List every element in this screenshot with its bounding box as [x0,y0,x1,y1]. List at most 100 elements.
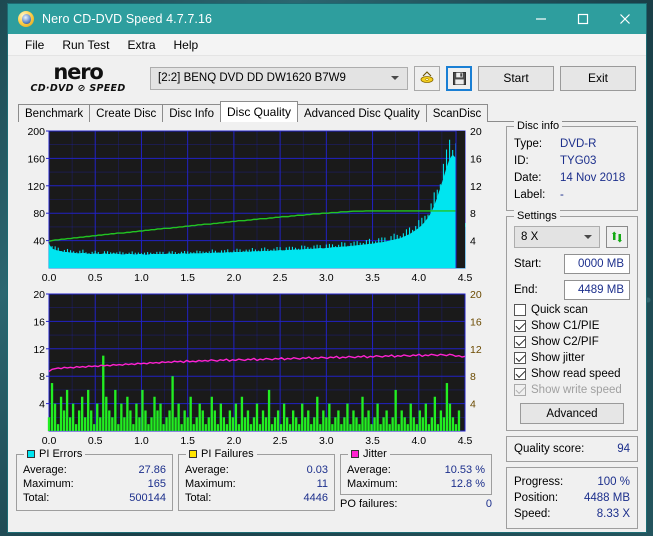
svg-text:4.0: 4.0 [411,272,426,284]
drive-select[interactable]: [2:2] BENQ DVD DD DW1620 B7W9 [150,66,408,90]
show-c2-pif-checkbox[interactable] [514,336,526,348]
jitter-maximum-row: Maximum: 12.8 % [347,477,485,491]
start-input[interactable]: 0000 MB [564,254,630,274]
tab-disc-info[interactable]: Disc Info [162,104,221,122]
end-field-row: End: 4489 MB [514,280,630,300]
pi-errors-total-row: Total: 500144 [23,491,166,505]
svg-text:1.5: 1.5 [180,272,195,284]
speed-select[interactable]: 8 X [514,226,600,248]
svg-text:8: 8 [470,371,476,383]
po-failures-label: PO failures: [340,498,398,510]
close-button[interactable] [604,4,646,34]
pi-errors-color-swatch [27,450,35,458]
chevron-down-icon [584,235,592,239]
pi-failures-average-label: Average: [185,464,229,476]
quick-scan-label: Quick scan [531,304,588,316]
stats-row: PI Errors Average: 27.86 Maximum: 165 To… [16,448,500,511]
svg-text:160: 160 [27,153,45,165]
jitter-legend: Jitter [348,448,390,460]
pie-chart: 40 80 120 160 200 4 8 12 16 20 0.0 0.5 1.0 1.5 2.0 2.5 3… [16,126,500,286]
quick-scan-row[interactable]: Quick scan [514,304,630,316]
show-jitter-checkbox[interactable] [514,352,526,364]
svg-text:40: 40 [33,236,45,248]
title-bar: Nero CD-DVD Speed 4.7.7.16 [8,4,646,34]
quality-score-row: Quality score: 94 [514,443,630,455]
svg-text:20: 20 [470,126,482,138]
show-c2-pif-row[interactable]: Show C2/PIF [514,336,630,348]
show-read-speed-checkbox[interactable] [514,368,526,380]
svg-text:20: 20 [33,289,45,301]
show-c1-pie-checkbox[interactable] [514,320,526,332]
speed-label: Speed: [514,508,551,520]
pif-jitter-chart-svg: 4 8 12 16 20 4 8 12 16 20 0.0 0.5 1.0 1.5 2.0 2.5 3.0 3.5… [33,289,482,447]
disc-info-legend: Disc info [514,120,563,132]
pi-failures-legend-label: PI Failures [201,448,254,460]
po-failures-row: PO failures: 0 [340,497,492,511]
end-input[interactable]: 4489 MB [564,280,630,300]
show-jitter-label: Show jitter [531,352,585,364]
exit-button[interactable]: Exit [560,65,636,91]
show-read-speed-label: Show read speed [531,368,621,380]
svg-text:16: 16 [33,316,45,328]
jitter-maximum-label: Maximum: [347,478,398,490]
tab-disc-quality[interactable]: Disc Quality [220,101,299,122]
menu-help[interactable]: Help [165,36,208,54]
maximize-button[interactable] [562,4,604,34]
minimize-button[interactable] [520,4,562,34]
tab-benchmark[interactable]: Benchmark [18,104,91,122]
tab-create-disc[interactable]: Create Disc [89,104,164,122]
refresh-button[interactable] [606,226,628,248]
svg-text:1.0: 1.0 [134,435,149,447]
speed-select-value: 8 X [521,231,539,243]
jitter-column: Jitter Average: 10.53 % Maximum: 12.8 % … [340,448,492,511]
menu-bar: File Run Test Extra Help [8,34,646,56]
settings-legend: Settings [514,210,560,222]
pie-chart-svg: 40 80 120 160 200 4 8 12 16 20 0.0 0.5 1.0 1.5 2.0 2.5 3… [27,126,482,284]
nero-logo-wordmark: nero [53,60,103,85]
menu-run-test[interactable]: Run Test [53,36,118,54]
speed-value: 8.33 X [596,508,630,520]
tab-advanced-disc-quality[interactable]: Advanced Disc Quality [297,104,427,122]
svg-text:12: 12 [470,344,482,356]
pi-failures-total-label: Total: [185,492,212,504]
svg-text:200: 200 [27,126,45,138]
chevron-down-icon [391,76,399,80]
menu-file[interactable]: File [16,36,53,54]
start-field-row: Start: 0000 MB [514,254,630,274]
jitter-average-value: 10.53 % [444,464,485,476]
disc-type-value: DVD-R [560,138,597,150]
po-failures-value: 0 [485,498,492,510]
jitter-legend-label: Jitter [363,448,387,460]
disc-date-label: Date: [514,172,542,184]
pi-errors-total-value: 500144 [129,492,166,504]
eject-disc-button[interactable] [414,65,440,91]
show-read-speed-row[interactable]: Show read speed [514,368,630,380]
svg-text:2.0: 2.0 [227,435,242,447]
show-c1-pie-row[interactable]: Show C1/PIE [514,320,630,332]
disc-info-panel: Disc info Type: DVD-R ID: TYG03 Date: 14… [506,120,638,211]
show-jitter-row[interactable]: Show jitter [514,352,630,364]
disc-info-type-row: Type: DVD-R [514,136,630,153]
start-button[interactable]: Start [478,65,554,91]
pi-failures-maximum-value: 11 [316,478,328,490]
pi-errors-legend: PI Errors [24,448,86,460]
svg-text:4: 4 [470,236,476,248]
save-button[interactable] [446,65,472,91]
quick-scan-checkbox[interactable] [514,304,526,316]
svg-text:20: 20 [470,289,482,301]
svg-text:4: 4 [39,399,45,411]
pif-jitter-chart: 4 8 12 16 20 4 8 12 16 20 0.0 0.5 1.0 1.5 2.0 2.5 3.0 3.5… [16,289,500,449]
pi-failures-average-row: Average: 0.03 [185,463,328,477]
pi-errors-average-row: Average: 27.86 [23,463,166,477]
show-write-speed-row: Show write speed [514,384,630,396]
svg-text:8: 8 [470,208,476,220]
progress-row: Progress: 100 % [514,474,630,490]
pi-failures-legend: PI Failures [186,448,257,460]
progress-panel: Progress: 100 % Position: 4488 MB Speed:… [506,467,638,529]
svg-text:1.0: 1.0 [134,272,149,284]
menu-extra[interactable]: Extra [118,36,164,54]
advanced-button[interactable]: Advanced [520,403,624,424]
tab-scandisc[interactable]: ScanDisc [425,104,489,122]
svg-text:16: 16 [470,153,482,165]
svg-text:4.5: 4.5 [458,435,473,447]
